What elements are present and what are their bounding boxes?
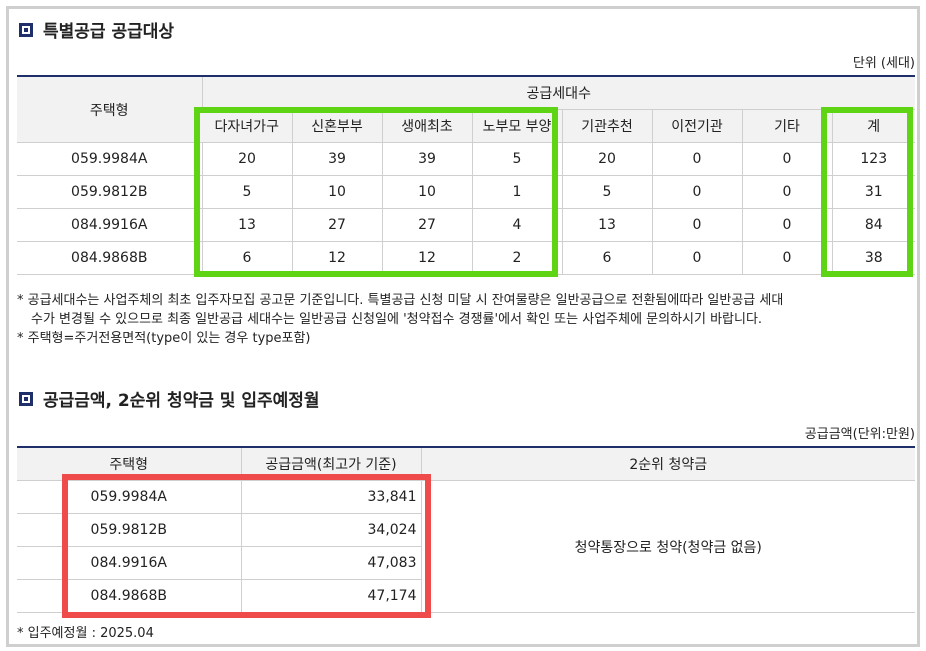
row-amount: 47,083 — [240, 546, 421, 580]
section1-title: 특별공급 공급대상 — [43, 22, 175, 42]
row-type: 059.9812B — [17, 175, 202, 209]
col-header: 계 — [831, 109, 915, 143]
section-square-icon — [19, 391, 33, 406]
table-row: 084.9916A 13 27 27 4 13 0 0 84 — [17, 208, 915, 242]
row-type: 059.9812B — [17, 513, 241, 547]
header-housing-type: 주택형 — [17, 76, 202, 143]
cell: 20 — [561, 142, 652, 176]
row-type: 059.9984A — [17, 142, 202, 176]
col-header: 기타 — [741, 109, 832, 143]
header-housing-type: 주택형 — [17, 447, 241, 481]
cell: 38 — [831, 241, 915, 275]
content-frame: 특별공급 공급대상 단위 (세대) 주택형 공급세대수 다자녀가구 신혼부부 생… — [6, 6, 920, 647]
cell: 0 — [741, 142, 832, 176]
cell: 31 — [831, 175, 915, 209]
cell: 0 — [651, 142, 742, 176]
cell: 0 — [741, 208, 832, 242]
table-row: 084.9868B 6 12 12 2 6 0 0 38 — [17, 241, 915, 275]
cell: 10 — [381, 175, 472, 209]
section-title-special-supply: 특별공급 공급대상 — [19, 17, 174, 42]
special-supply-table: 주택형 공급세대수 다자녀가구 신혼부부 생애최초 노부모 부양 기관추천 이전… — [17, 75, 915, 275]
cell: 12 — [381, 241, 472, 275]
price-table: 주택형 공급금액(최고가 기준) 2순위 청약금 059.9984A 33,84… — [17, 446, 915, 613]
col-header: 기관추천 — [561, 109, 652, 143]
cell: 5 — [201, 175, 292, 209]
row-type: 059.9984A — [17, 480, 241, 514]
cell: 5 — [561, 175, 652, 209]
cell: 123 — [831, 142, 915, 176]
row-amount: 34,024 — [240, 513, 421, 547]
cell: 10 — [291, 175, 382, 209]
table-row: 059.9984A 20 39 39 5 20 0 0 123 — [17, 142, 915, 176]
col-header: 노부모 부양 — [471, 109, 562, 143]
cell: 13 — [561, 208, 652, 242]
col-header: 이전기관 — [651, 109, 742, 143]
row-type: 084.9868B — [17, 241, 202, 275]
cell: 12 — [291, 241, 382, 275]
deposit-cell: 청약통장으로 청약(청약금 없음) — [420, 480, 915, 613]
col-header: 생애최초 — [381, 109, 472, 143]
row-type: 084.9916A — [17, 208, 202, 242]
cell: 4 — [471, 208, 562, 242]
move-in-note: * 입주예정월 : 2025.04 — [17, 626, 154, 641]
cell: 13 — [201, 208, 292, 242]
col-header: 다자녀가구 — [202, 109, 292, 143]
row-amount: 47,174 — [240, 579, 421, 613]
cell: 20 — [201, 142, 292, 176]
cell: 27 — [291, 208, 382, 242]
row-amount: 33,841 — [240, 480, 421, 514]
section1-unit: 단위 (세대) — [852, 56, 915, 71]
cell: 0 — [741, 241, 832, 275]
header-supply-units: 공급세대수 — [201, 76, 915, 110]
section2-title: 공급금액, 2순위 청약금 및 입주예정월 — [43, 391, 320, 411]
cell: 39 — [291, 142, 382, 176]
cell: 6 — [201, 241, 292, 275]
row-type: 084.9916A — [17, 546, 241, 580]
note-line: 수가 변경될 수 있으므로 최종 일반공급 세대수는 일반공급 신청일에 '청약… — [31, 312, 763, 327]
cell: 84 — [831, 208, 915, 242]
cell: 6 — [561, 241, 652, 275]
header-supply-amount: 공급금액(최고가 기준) — [240, 447, 421, 481]
cell: 1 — [471, 175, 562, 209]
section-square-icon — [19, 22, 33, 37]
table-row: 059.9812B 5 10 10 1 5 0 0 31 — [17, 175, 915, 209]
header-deposit: 2순위 청약금 — [420, 447, 915, 481]
cell: 0 — [741, 175, 832, 209]
cell: 0 — [651, 175, 742, 209]
col-header: 신혼부부 — [291, 109, 382, 143]
section-title-price: 공급금액, 2순위 청약금 및 입주예정월 — [19, 386, 320, 411]
supply-notes: * 공급세대수는 사업주체의 최초 입주자모집 공고문 기준입니다. 특별공급 … — [17, 291, 783, 348]
cell: 39 — [381, 142, 472, 176]
table-row: 059.9984A 33,841 청약통장으로 청약(청약금 없음) — [17, 480, 915, 613]
cell: 27 — [381, 208, 472, 242]
note-line: * 주택형=주거전용면적(type이 있는 경우 type포함) — [17, 331, 311, 346]
note-line: * 공급세대수는 사업주체의 최초 입주자모집 공고문 기준입니다. 특별공급 … — [17, 293, 784, 308]
cell: 2 — [471, 241, 562, 275]
section2-unit: 공급금액(단위:만원) — [804, 427, 915, 442]
cell: 5 — [471, 142, 562, 176]
cell: 0 — [651, 241, 742, 275]
cell: 0 — [651, 208, 742, 242]
row-type: 084.9868B — [17, 579, 241, 613]
